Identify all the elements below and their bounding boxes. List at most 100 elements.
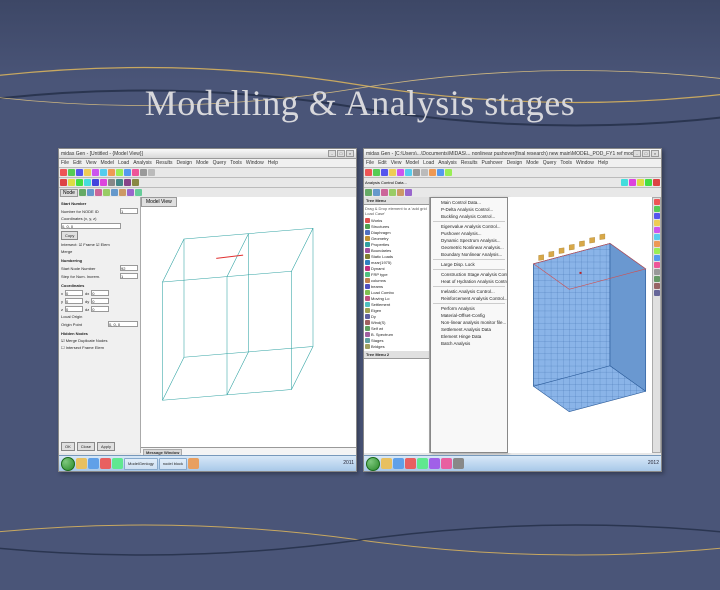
toolbar-button[interactable] xyxy=(127,189,134,196)
toolbar-button[interactable] xyxy=(397,169,404,176)
side-button[interactable] xyxy=(654,206,660,212)
toolbar-button[interactable] xyxy=(445,169,452,176)
menu-item[interactable]: Results xyxy=(156,160,173,166)
toolbar-button[interactable] xyxy=(389,189,396,196)
merge-dup-check[interactable]: ☑ Merge Duplicate Nodes xyxy=(61,338,108,343)
merge-check[interactable]: Merge xyxy=(61,249,72,254)
toolbar-button[interactable] xyxy=(84,179,91,186)
side-button[interactable] xyxy=(654,220,660,226)
menu-item[interactable]: View xyxy=(391,160,402,166)
maximize-button[interactable]: □ xyxy=(337,150,345,157)
menu-item[interactable]: Heat of Hydration Analysis Control... xyxy=(431,278,507,285)
node-id-input[interactable]: 1 xyxy=(120,208,138,214)
toolbar-button[interactable] xyxy=(124,169,131,176)
z-input[interactable]: 0 xyxy=(65,306,83,312)
tree-tab-2[interactable]: Tree Menu 2 xyxy=(364,351,429,359)
side-button[interactable] xyxy=(654,248,660,254)
taskbar-icon[interactable] xyxy=(429,458,440,469)
toolbar-button[interactable] xyxy=(389,169,396,176)
menu-item[interactable]: Analysis xyxy=(133,160,152,166)
menu-item[interactable]: P-Delta Analysis Control... xyxy=(431,206,507,213)
start-button[interactable] xyxy=(61,457,75,471)
toolbar-button[interactable] xyxy=(148,169,155,176)
inc-input[interactable]: 1 xyxy=(120,273,138,279)
tree-tab[interactable]: Tree Menu xyxy=(364,197,429,205)
minimize-button[interactable]: - xyxy=(633,150,641,157)
menu-item[interactable]: Model xyxy=(405,160,419,166)
toolbar-button[interactable] xyxy=(629,179,636,186)
menu-item[interactable]: Mode xyxy=(526,160,539,166)
toolbar-button[interactable] xyxy=(135,189,142,196)
intersect-frame-check[interactable]: ☐ Intersect Frame Elem xyxy=(61,345,104,350)
start-button[interactable] xyxy=(366,457,380,471)
menu-item[interactable]: Buckling Analysis Control... xyxy=(431,213,507,220)
toolbar-button[interactable] xyxy=(100,179,107,186)
toolbar-button[interactable] xyxy=(140,169,147,176)
toolbar-button[interactable] xyxy=(103,189,110,196)
menu-item[interactable]: Tools xyxy=(560,160,572,166)
toolbar-button[interactable] xyxy=(413,169,420,176)
toolbar-button[interactable] xyxy=(132,179,139,186)
menu-item[interactable]: Tools xyxy=(230,160,242,166)
model-canvas[interactable]: Model View xyxy=(141,197,356,453)
close-button[interactable]: Close xyxy=(77,442,95,451)
toolbar-button[interactable] xyxy=(76,179,83,186)
menu-item[interactable]: Element Hinge Data xyxy=(431,333,507,340)
toolbar-button[interactable] xyxy=(381,169,388,176)
toolbar-button[interactable] xyxy=(429,169,436,176)
toolbar-button[interactable] xyxy=(60,169,67,176)
toolbar-button[interactable] xyxy=(60,179,67,186)
task-item[interactable]: nodel block xyxy=(159,458,187,470)
toolbar-button[interactable] xyxy=(653,179,660,186)
menu-item[interactable]: Load xyxy=(118,160,129,166)
menu-item[interactable]: Analysis xyxy=(438,160,457,166)
x-input[interactable]: 0 xyxy=(65,290,83,296)
menu-item[interactable]: Perform Analysis xyxy=(431,305,507,312)
menu-item[interactable]: Edit xyxy=(378,160,387,166)
menu-item[interactable]: File xyxy=(61,160,69,166)
toolbar-button[interactable] xyxy=(111,189,118,196)
menu-item[interactable]: Reinforcement Analysis Control... xyxy=(431,295,507,302)
toolbar-button[interactable] xyxy=(132,169,139,176)
close-button[interactable]: × xyxy=(346,150,354,157)
toolbar-button[interactable] xyxy=(621,179,628,186)
toolbar-button[interactable] xyxy=(92,169,99,176)
toolbar-button[interactable] xyxy=(87,189,94,196)
dy-input[interactable]: 0 xyxy=(91,298,109,304)
menu-item[interactable]: Window xyxy=(246,160,264,166)
intersect-check[interactable]: Intersect: ☑ Frame ☑ Elem xyxy=(61,242,110,247)
toolbar-button[interactable] xyxy=(68,169,75,176)
menu-item[interactable]: Pushover Analysis... xyxy=(431,230,507,237)
toolbar-button[interactable] xyxy=(84,169,91,176)
model-canvas[interactable]: ■ xyxy=(508,197,661,453)
toolbar-button[interactable] xyxy=(421,169,428,176)
side-button[interactable] xyxy=(654,276,660,282)
taskbar-icon[interactable] xyxy=(405,458,416,469)
menu-item[interactable]: Pushover xyxy=(482,160,503,166)
toolbar-button[interactable] xyxy=(119,189,126,196)
toolbar-button[interactable] xyxy=(76,169,83,176)
menu-item[interactable]: Results xyxy=(461,160,478,166)
menu-item[interactable]: Help xyxy=(598,160,608,166)
menu-item[interactable]: Dynamic Spectrum Analysis... xyxy=(431,237,507,244)
taskbar-icon[interactable] xyxy=(441,458,452,469)
menu-item[interactable]: Boundary Nonlinear Analysis... xyxy=(431,251,507,258)
taskbar-icon[interactable] xyxy=(453,458,464,469)
toolbar-button[interactable] xyxy=(645,179,652,186)
origin-input[interactable]: 0, 0, 0 xyxy=(108,321,138,327)
tab-node[interactable]: Node xyxy=(60,189,78,197)
menu-item[interactable]: Design xyxy=(507,160,523,166)
taskbar-icon[interactable] xyxy=(100,458,111,469)
taskbar-icon[interactable] xyxy=(381,458,392,469)
toolbar-button[interactable] xyxy=(124,179,131,186)
toolbar-button[interactable] xyxy=(397,189,404,196)
side-button[interactable] xyxy=(654,199,660,205)
toolbar-button[interactable] xyxy=(373,169,380,176)
close-button[interactable]: × xyxy=(651,150,659,157)
toolbar-button[interactable] xyxy=(92,179,99,186)
toolbar-button[interactable] xyxy=(381,189,388,196)
menu-item[interactable]: Window xyxy=(576,160,594,166)
toolbar-button[interactable] xyxy=(405,169,412,176)
minimize-button[interactable]: - xyxy=(328,150,336,157)
ok-button[interactable]: OK xyxy=(61,442,75,451)
